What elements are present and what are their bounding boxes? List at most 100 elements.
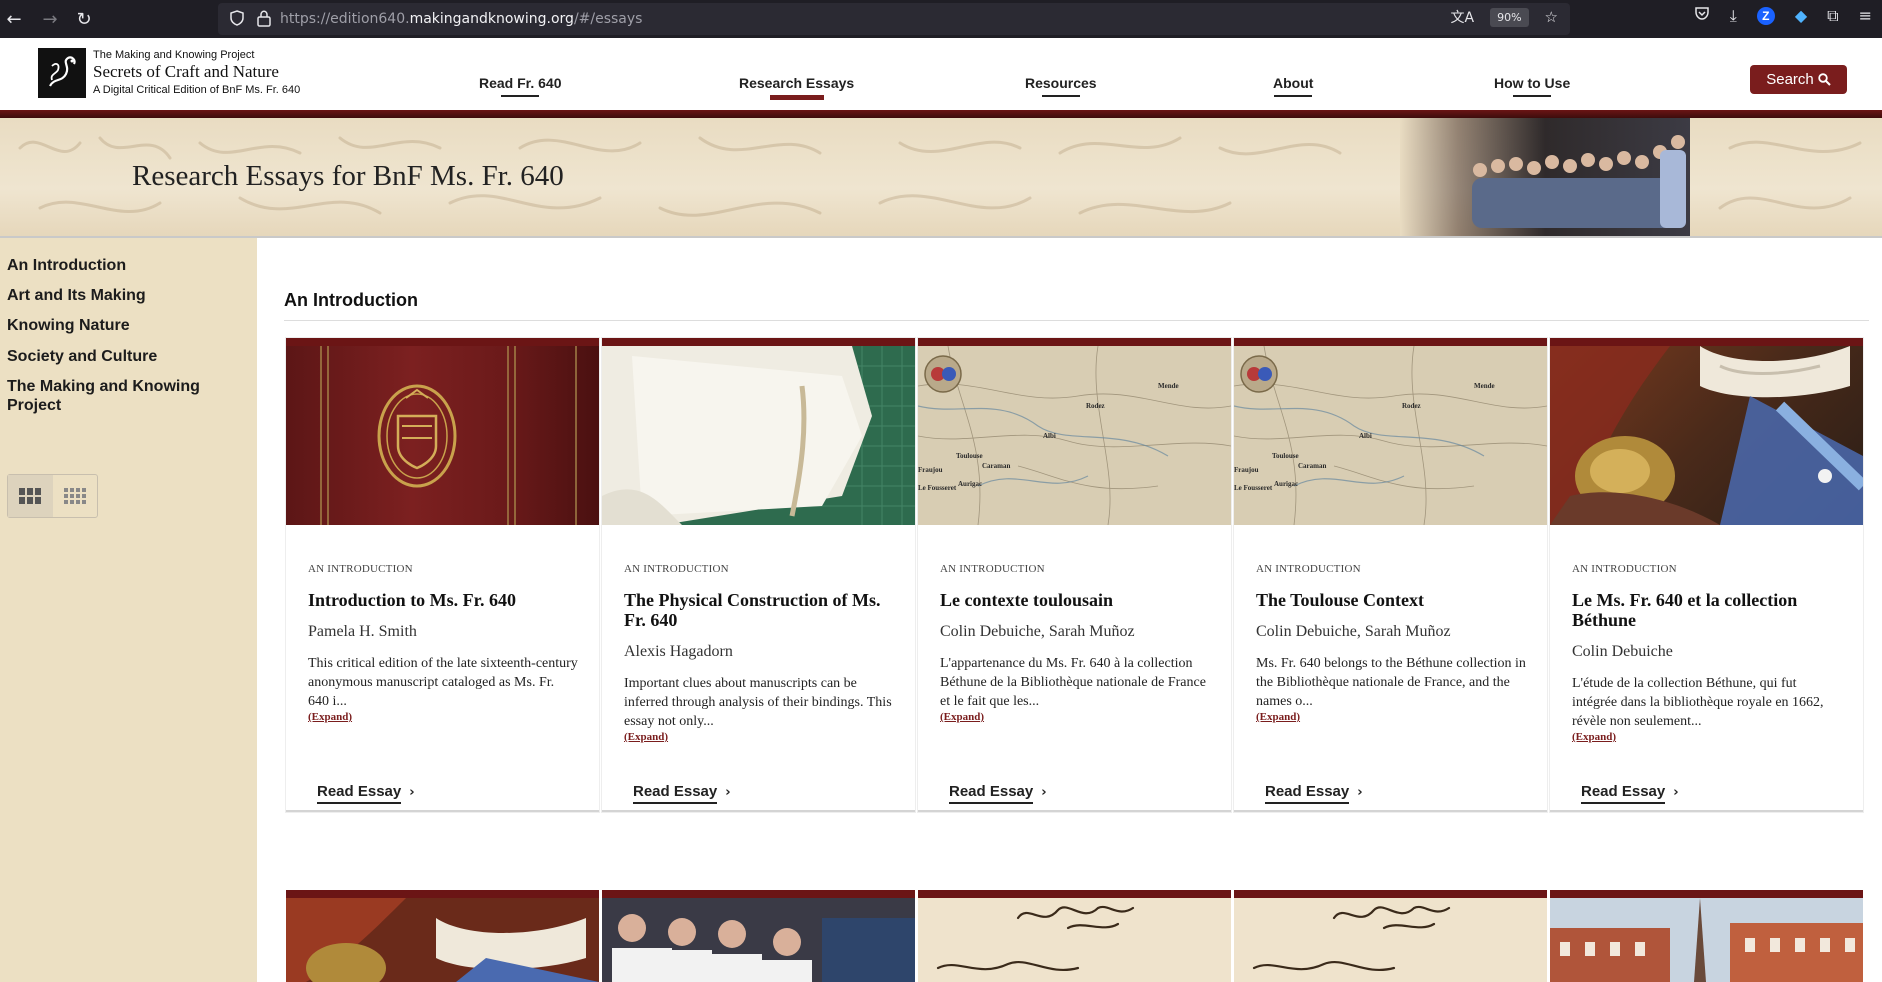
essay-card[interactable]: Mende Rodez Albi Toulouse Caraman Fraujo… bbox=[918, 338, 1231, 812]
search-button-label: Search bbox=[1766, 71, 1814, 88]
read-essay-link[interactable]: Read Essay › bbox=[633, 783, 731, 804]
read-essay-link[interactable]: Read Essay › bbox=[1265, 783, 1363, 804]
card-author: Colin Debuiche bbox=[1572, 643, 1673, 660]
nav-about[interactable]: About bbox=[1273, 75, 1313, 91]
card-category: AN INTRODUCTION bbox=[624, 563, 729, 575]
card-summary: L'étude de la collection Béthune, qui fu… bbox=[1572, 676, 1824, 729]
sidebar-item-making-and-knowing-project[interactable]: The Making and Knowing Project bbox=[7, 377, 207, 415]
card-image-toulouse-map: Mende Rodez Albi Toulouse Caraman Fraujo… bbox=[918, 346, 1231, 525]
page-banner: Research Essays for BnF Ms. Fr. 640 bbox=[0, 118, 1882, 238]
search-button[interactable]: Search bbox=[1750, 65, 1847, 94]
card-title[interactable]: Le contexte toulousain bbox=[940, 590, 1215, 610]
essay-card[interactable]: Mende Rodez Albi Toulouse Caraman Fraujo… bbox=[1234, 338, 1547, 812]
shield-icon[interactable] bbox=[228, 9, 246, 32]
map-label: Le Fousseret bbox=[918, 484, 957, 492]
card-category: AN INTRODUCTION bbox=[1256, 563, 1361, 575]
section-divider bbox=[284, 320, 1869, 321]
expand-link[interactable]: (Expand) bbox=[1256, 711, 1300, 723]
map-label: Rodez bbox=[1402, 402, 1421, 410]
reload-icon[interactable]: ↻ bbox=[70, 5, 98, 33]
sidebar-item-knowing-nature[interactable]: Knowing Nature bbox=[7, 316, 130, 335]
card-summary: This critical edition of the late sixtee… bbox=[308, 656, 578, 709]
nav-how-to-use[interactable]: How to Use bbox=[1494, 75, 1570, 91]
card-category: AN INTRODUCTION bbox=[1572, 563, 1677, 575]
zotero-extension-icon[interactable]: Z bbox=[1756, 6, 1775, 25]
essay-card[interactable] bbox=[1234, 890, 1547, 982]
map-label: Albi bbox=[1359, 432, 1372, 440]
site-subtitle: A Digital Critical Edition of BnF Ms. Fr… bbox=[93, 84, 301, 96]
card-summary: Ms. Fr. 640 belongs to the Béthune colle… bbox=[1256, 656, 1526, 709]
essay-card[interactable] bbox=[1550, 890, 1863, 982]
nav-resources[interactable]: Resources bbox=[1025, 75, 1097, 91]
url-text[interactable]: https://edition640.makingandknowing.org/… bbox=[280, 11, 642, 27]
large-grid-view-icon[interactable] bbox=[8, 475, 53, 517]
map-label: Toulouse bbox=[956, 452, 983, 460]
map-label: Caraman bbox=[1298, 462, 1326, 470]
sidebar-item-society-and-culture[interactable]: Society and Culture bbox=[7, 347, 157, 366]
sidebar-item-an-introduction[interactable]: An Introduction bbox=[7, 256, 126, 275]
card-author: Colin Debuiche, Sarah Muñoz bbox=[1256, 623, 1451, 640]
expand-link[interactable]: (Expand) bbox=[624, 731, 668, 743]
group-photo bbox=[1400, 118, 1690, 236]
card-title[interactable]: Le Ms. Fr. 640 et la collection Béthune bbox=[1572, 590, 1847, 630]
card-title[interactable]: The Toulouse Context bbox=[1256, 590, 1531, 610]
card-image-toulouse-map: Mende Rodez Albi Toulouse Caraman Fraujo… bbox=[1234, 346, 1547, 525]
essay-card[interactable] bbox=[602, 890, 915, 982]
small-grid-view-icon[interactable] bbox=[53, 475, 98, 517]
essays-content: An Introduction AN INTRODUCTION Introduc… bbox=[257, 238, 1882, 982]
essay-card[interactable]: AN INTRODUCTION The Physical Constructio… bbox=[602, 338, 915, 812]
card-image-lab-group bbox=[602, 898, 915, 982]
section-title: An Introduction bbox=[284, 290, 418, 310]
card-image-leather-binding bbox=[286, 346, 599, 525]
browser-toolbar: ← → ↻ https://edition640.makingandknowin… bbox=[0, 0, 1882, 38]
page-title: Research Essays for BnF Ms. Fr. 640 bbox=[132, 160, 564, 192]
sidebar-item-art-and-its-making[interactable]: Art and Its Making bbox=[7, 286, 146, 305]
read-essay-label: Read Essay bbox=[1581, 783, 1666, 804]
essay-card[interactable]: AN INTRODUCTION Introduction to Ms. Fr. … bbox=[286, 338, 599, 812]
map-label: Fraujou bbox=[918, 466, 943, 474]
essay-card[interactable] bbox=[918, 890, 1231, 982]
back-icon[interactable]: ← bbox=[0, 5, 28, 33]
project-name: The Making and Knowing Project bbox=[93, 49, 255, 61]
site-logo-text[interactable]: The Making and Knowing Project Secrets o… bbox=[93, 49, 300, 96]
card-image-manuscript bbox=[1234, 898, 1547, 982]
essay-card[interactable] bbox=[286, 890, 599, 982]
chevron-right-icon: › bbox=[1041, 785, 1047, 800]
read-essay-label: Read Essay bbox=[1265, 783, 1350, 804]
nav-research-essays[interactable]: Research Essays bbox=[739, 75, 854, 91]
extensions-puzzle-icon[interactable]: ⧉ bbox=[1827, 6, 1838, 26]
zoom-level[interactable]: 90% bbox=[1490, 7, 1529, 27]
menu-icon[interactable]: ≡ bbox=[1859, 6, 1872, 25]
expand-link[interactable]: (Expand) bbox=[308, 711, 352, 723]
essay-card[interactable]: AN INTRODUCTION Le Ms. Fr. 640 et la col… bbox=[1550, 338, 1863, 812]
nav-read-fr-640[interactable]: Read Fr. 640 bbox=[479, 75, 562, 91]
map-label: Albi bbox=[1043, 432, 1056, 440]
expand-link[interactable]: (Expand) bbox=[1572, 731, 1616, 743]
lock-icon[interactable] bbox=[256, 9, 272, 32]
card-title[interactable]: The Physical Construction of Ms. Fr. 640 bbox=[624, 590, 899, 630]
address-bar[interactable]: https://edition640.makingandknowing.org/… bbox=[218, 3, 1570, 35]
read-essay-link[interactable]: Read Essay › bbox=[317, 783, 415, 804]
view-toggle bbox=[7, 474, 98, 518]
essay-category-sidebar: An Introduction Art and Its Making Knowi… bbox=[0, 238, 257, 982]
read-essay-link[interactable]: Read Essay › bbox=[1581, 783, 1679, 804]
card-author: Colin Debuiche, Sarah Muñoz bbox=[940, 623, 1135, 640]
read-essay-label: Read Essay bbox=[317, 783, 402, 804]
read-essay-link[interactable]: Read Essay › bbox=[949, 783, 1047, 804]
card-author: Pamela H. Smith bbox=[308, 623, 417, 640]
map-label: Caraman bbox=[982, 462, 1010, 470]
expand-link[interactable]: (Expand) bbox=[940, 711, 984, 723]
card-category: AN INTRODUCTION bbox=[308, 563, 413, 575]
map-label: Mende bbox=[1474, 382, 1495, 390]
pocket-icon[interactable] bbox=[1694, 5, 1710, 26]
forward-icon[interactable]: → bbox=[36, 5, 64, 33]
bookmark-star-icon[interactable]: ☆ bbox=[1545, 8, 1558, 26]
extension-gem-icon[interactable]: ◆ bbox=[1795, 6, 1807, 25]
translate-icon[interactable]: 文A bbox=[1451, 7, 1475, 27]
map-label: Le Fousseret bbox=[1234, 484, 1273, 492]
chevron-right-icon: › bbox=[725, 785, 731, 800]
card-title[interactable]: Introduction to Ms. Fr. 640 bbox=[308, 590, 583, 610]
chevron-right-icon: › bbox=[1357, 785, 1363, 800]
download-icon[interactable]: ⤓ bbox=[1730, 6, 1737, 26]
logo-dragon-icon[interactable] bbox=[38, 48, 86, 98]
